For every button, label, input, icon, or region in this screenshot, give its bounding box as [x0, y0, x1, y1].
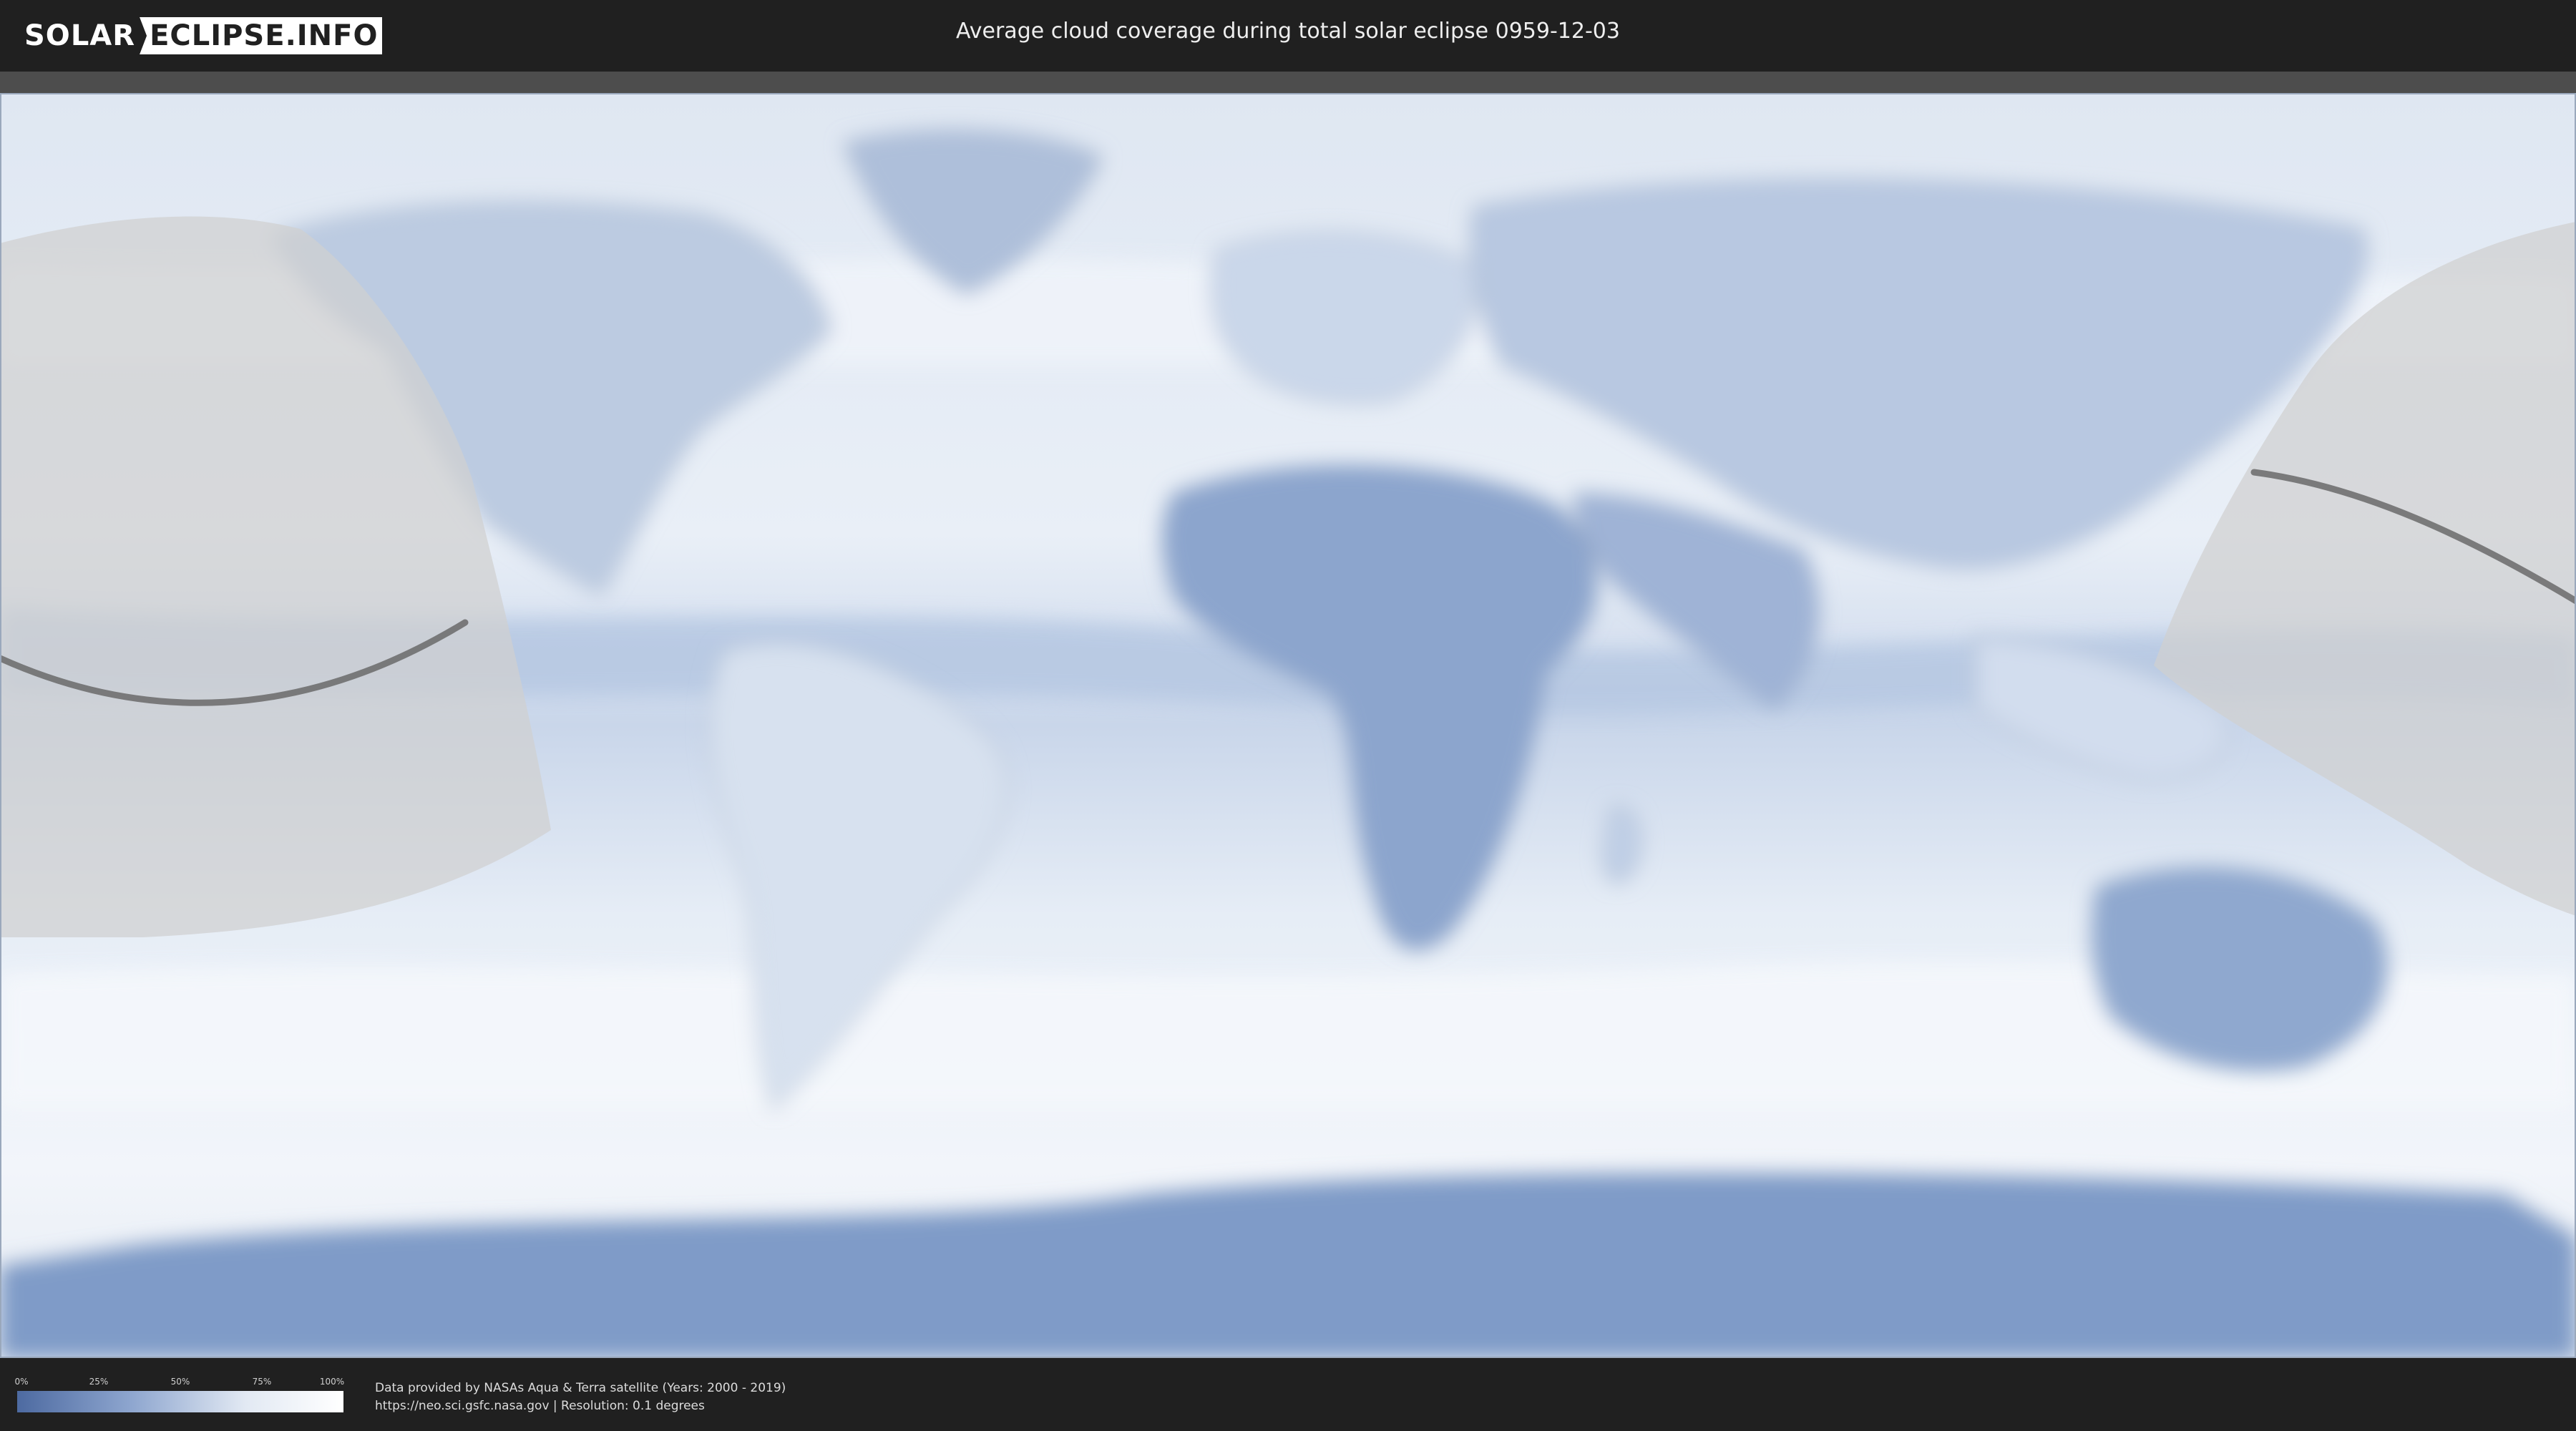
header-bar: SOLAR ECLIPSE.INFO Average cloud coverag… — [0, 0, 2576, 72]
footer-bar: 0% 25% 50% 75% 100% Data provided by NAS… — [0, 1358, 2576, 1431]
cloud-coverage-map — [0, 93, 2576, 1358]
logo-eclipse-text: ECLIPSE.INFO — [140, 17, 383, 54]
legend-tick-labels: 0% 25% 50% 75% 100% — [14, 1377, 345, 1388]
data-credits: Data provided by NASAs Aqua & Terra sate… — [375, 1379, 786, 1415]
credits-line-1: Data provided by NASAs Aqua & Terra sate… — [375, 1381, 786, 1395]
legend-tick-75: 75% — [252, 1377, 272, 1387]
legend-tick-25: 25% — [89, 1377, 109, 1387]
legend-tick-100: 100% — [319, 1377, 345, 1387]
map-top-strip — [0, 72, 2576, 93]
logo-solar-text: SOLAR — [24, 19, 136, 52]
page-title: Average cloud coverage during total sola… — [956, 19, 1620, 44]
legend-color-bar — [17, 1391, 343, 1412]
credits-line-2: https://neo.sci.gsfc.nasa.gov | Resoluti… — [375, 1399, 705, 1413]
legend-tick-50: 50% — [170, 1377, 190, 1387]
legend-tick-0: 0% — [14, 1377, 29, 1387]
site-logo[interactable]: SOLAR ECLIPSE.INFO — [24, 17, 383, 54]
cloud-coverage-legend: 0% 25% 50% 75% 100% — [14, 1377, 345, 1412]
